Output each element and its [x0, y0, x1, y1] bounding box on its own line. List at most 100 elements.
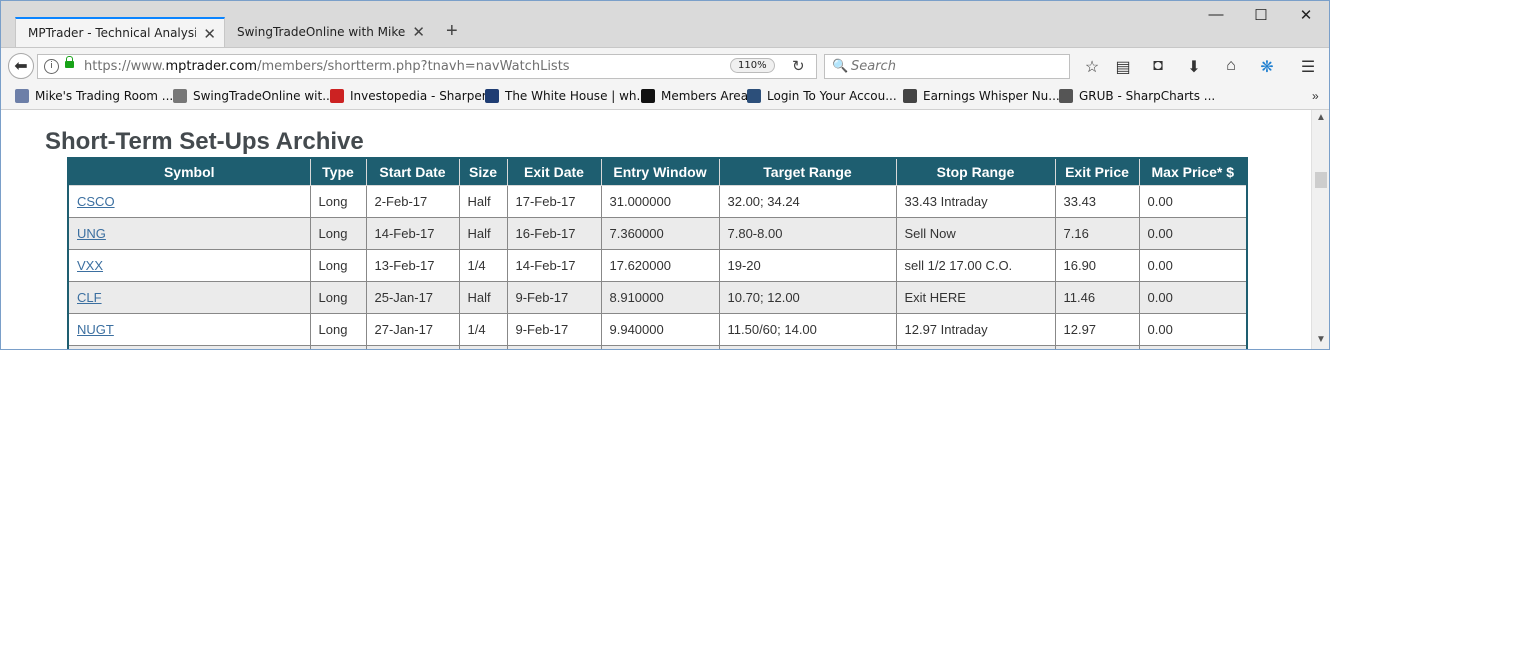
column-header[interactable]: Symbol	[67, 157, 311, 186]
symbol-link[interactable]: CLF	[77, 290, 102, 305]
bookmark-label: SwingTradeOnline wit...	[193, 89, 334, 103]
column-header[interactable]: Exit Price	[1054, 157, 1140, 186]
bookmark-item[interactable]: Earnings Whisper Nu...	[903, 89, 1060, 103]
lock-icon[interactable]	[65, 56, 74, 68]
table-cell: 17-Feb-17	[506, 185, 602, 218]
back-button[interactable]: ⬅	[8, 53, 34, 79]
bookmark-star-icon[interactable]: ☆	[1081, 57, 1103, 77]
table-cell: 12.97	[1054, 313, 1140, 346]
table-cell: 9.940000	[600, 313, 720, 346]
menu-icon[interactable]: ☰	[1297, 57, 1319, 77]
bookmark-item[interactable]: The White House | wh...	[485, 89, 648, 103]
column-header[interactable]: Start Date	[365, 157, 460, 186]
table-cell: 7.360000	[600, 217, 720, 250]
table-cell: Sell Now	[895, 217, 1056, 250]
bookmark-favicon-icon	[641, 89, 655, 103]
page-content: Short-Term Set-Ups Archive Symbol Type Sta…	[1, 110, 1311, 349]
bookmarks-toolbar: Mike's Trading Room ... SwingTradeOnline …	[1, 85, 1329, 110]
bookmark-favicon-icon	[330, 89, 344, 103]
search-box[interactable]: 🔍	[824, 54, 1070, 79]
minimize-icon[interactable]: —	[1196, 6, 1236, 23]
table-cell: 33.43	[1054, 185, 1140, 218]
maximize-icon[interactable]: ☐	[1241, 6, 1281, 24]
close-tab-icon[interactable]: ✕	[412, 23, 425, 41]
table-cell	[458, 345, 508, 349]
bookmark-item[interactable]: Login To Your Accou...	[747, 89, 897, 103]
table-cell: 2-Feb-17	[365, 185, 460, 218]
bookmark-item[interactable]: GRUB - SharpCharts ...	[1059, 89, 1215, 103]
table-cell: 10.70; 12.00	[718, 281, 897, 314]
symbol-link[interactable]: UNG	[77, 226, 106, 241]
scroll-up-icon[interactable]: ▲	[1316, 112, 1326, 123]
table-cell: 0.00	[1138, 249, 1248, 282]
table-cell: Long	[309, 313, 367, 346]
column-header[interactable]: Size	[458, 157, 508, 186]
table-cell: VXX	[67, 249, 311, 282]
info-icon[interactable]: i	[44, 59, 59, 74]
symbol-link[interactable]: VXX	[77, 258, 103, 273]
url-host: mptrader.com	[165, 59, 258, 74]
new-tab-icon[interactable]: +	[446, 20, 458, 43]
column-header[interactable]: Exit Date	[506, 157, 602, 186]
table-cell: 7.16	[1054, 217, 1140, 250]
zoom-level-badge[interactable]: 110%	[730, 58, 775, 73]
url-text[interactable]: https://www.mptrader.com/members/shortte…	[84, 59, 570, 74]
column-header[interactable]: Type	[309, 157, 367, 186]
table-cell: 25-Jan-17	[365, 281, 460, 314]
browser-window: MPTrader - Technical Analysis... ✕ Swing…	[0, 0, 1330, 350]
bookmark-item[interactable]: SwingTradeOnline wit...	[173, 89, 334, 103]
column-header[interactable]: Target Range	[718, 157, 897, 186]
tab-swingtradeonline[interactable]: SwingTradeOnline with Mike ... ✕	[225, 17, 433, 47]
table-cell: sell 1/2 17.00 C.O.	[895, 249, 1056, 282]
scroll-down-icon[interactable]: ▼	[1316, 334, 1326, 345]
home-icon[interactable]: ⌂	[1220, 57, 1242, 75]
table-row: UNG Long 14-Feb-17 Half 16-Feb-17 7.360000 7.8…	[67, 217, 1248, 250]
column-header[interactable]: Max Price* $	[1138, 157, 1248, 186]
table-cell	[718, 345, 897, 349]
bookmark-label: Members Area	[661, 89, 749, 103]
table-cell: 31.000000	[600, 185, 720, 218]
table-cell: 11.50/60; 14.00	[718, 313, 897, 346]
bookmark-item[interactable]: Members Area	[641, 89, 748, 103]
symbol-link[interactable]: CSCO	[77, 194, 115, 209]
table-cell	[67, 345, 311, 349]
table-cell: Half	[458, 185, 508, 218]
table-cell: 1/4	[458, 249, 508, 282]
search-input[interactable]	[849, 58, 1063, 75]
reading-list-icon[interactable]: ▤	[1112, 57, 1134, 77]
table-cell: 19-20	[718, 249, 897, 282]
bookmark-item[interactable]: Mike's Trading Room ...	[15, 89, 173, 103]
table-cell: 17.620000	[600, 249, 720, 282]
tab-mptrader[interactable]: MPTrader - Technical Analysis... ✕	[15, 17, 225, 47]
download-icon[interactable]: ⬇	[1183, 57, 1205, 77]
scrollbar-thumb[interactable]	[1315, 172, 1327, 188]
column-header[interactable]: Stop Range	[895, 157, 1056, 186]
table-cell: 32.00; 34.24	[718, 185, 897, 218]
table-cell	[600, 345, 720, 349]
table-cell: 9-Feb-17	[506, 313, 602, 346]
table-cell: Long	[309, 185, 367, 218]
symbol-link[interactable]: NUGT	[77, 322, 114, 337]
bookmark-favicon-icon	[1059, 89, 1073, 103]
column-header[interactable]: Entry Window	[600, 157, 720, 186]
close-tab-icon[interactable]: ✕	[203, 25, 216, 43]
table-row: CLF Long 25-Jan-17 Half 9-Feb-17 8.910000 10.7…	[67, 281, 1248, 314]
extension-icon[interactable]: ❋	[1256, 57, 1278, 77]
bookmarks-overflow-icon[interactable]: »	[1312, 89, 1319, 103]
back-arrow-icon: ⬅	[14, 58, 28, 75]
table-cell: UNG	[67, 217, 311, 250]
address-bar[interactable]: i https://www.mptrader.com/members/short…	[37, 54, 817, 79]
bookmark-label: Investopedia - Sharper...	[350, 89, 497, 103]
vertical-scrollbar[interactable]: ▲ ▼	[1311, 110, 1329, 349]
table-cell: Long	[309, 217, 367, 250]
table-cell: 0.00	[1138, 185, 1248, 218]
table-cell: 7.80-8.00	[718, 217, 897, 250]
table-cell	[895, 345, 1056, 349]
table-cell: Half	[458, 281, 508, 314]
close-window-icon[interactable]: ✕	[1286, 6, 1326, 24]
tab-label: SwingTradeOnline with Mike ...	[237, 25, 405, 39]
reload-icon[interactable]: ↻	[792, 57, 805, 75]
table-cell: CSCO	[67, 185, 311, 218]
bookmark-item[interactable]: Investopedia - Sharper...	[330, 89, 497, 103]
pocket-icon[interactable]: ◘	[1147, 57, 1169, 75]
